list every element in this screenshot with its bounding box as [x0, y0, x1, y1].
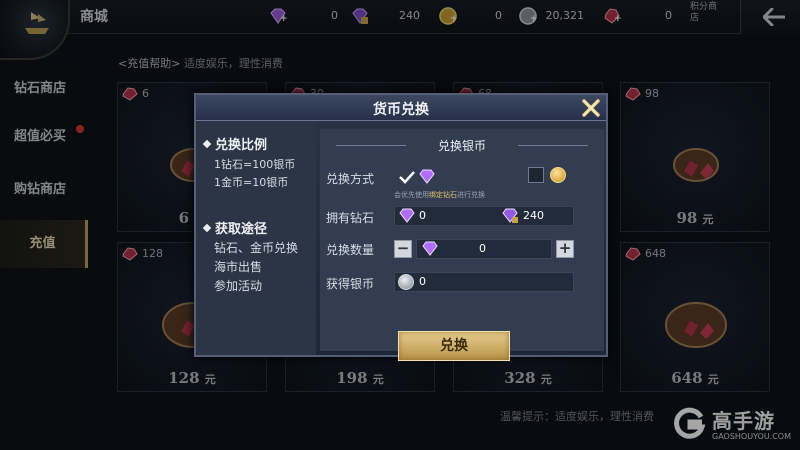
- method-label: 兑换方式: [326, 172, 375, 186]
- purple-gem-bound-icon: [502, 208, 518, 223]
- source-line: 钻石、金币兑换: [214, 241, 299, 255]
- diamond-method-checkbox[interactable]: [398, 169, 415, 185]
- source-line: 海市出售: [214, 260, 263, 274]
- exchange-subtitle: 兑换银币: [320, 137, 604, 154]
- priority-hint: 会优先使用绑定钻石进行兑换: [394, 191, 485, 199]
- quantity-label: 兑换数量: [326, 243, 375, 257]
- exchange-form-panel: 兑换银币 兑换方式 会优先使用绑定钻石进行兑换 拥有钻石 0 240 兑换数量 …: [320, 129, 604, 361]
- source-heading: 获取途径: [202, 218, 267, 237]
- increase-quantity-button[interactable]: +: [556, 240, 574, 258]
- owned-bound-diamond-value: 240: [523, 209, 544, 222]
- dialog-header: 货币兑换: [196, 95, 606, 121]
- currency-exchange-dialog: 货币兑换 兑换比例 1钻石=100银币 1金币=10银币 获取途径 钻石、金币兑…: [194, 93, 608, 361]
- ratio-heading: 兑换比例: [202, 134, 267, 153]
- diamond-bullet-icon: [202, 223, 212, 232]
- close-icon[interactable]: [580, 97, 602, 119]
- owned-diamond-label: 拥有钻石: [326, 211, 375, 225]
- decrease-quantity-button[interactable]: −: [394, 240, 412, 258]
- gain-silver-value: 0: [419, 275, 426, 288]
- exchange-button[interactable]: 兑换: [398, 331, 510, 361]
- quantity-field[interactable]: 0: [416, 239, 552, 259]
- owned-diamond-field: 0 240: [394, 206, 574, 226]
- purple-gem-icon: [419, 169, 435, 184]
- owned-diamond-value: 0: [419, 209, 426, 222]
- source-line: 参加活动: [214, 279, 263, 293]
- purple-gem-icon: [399, 208, 415, 223]
- exchange-info-panel: 兑换比例 1钻石=100银币 1金币=10银币 获取途径 钻石、金币兑换 海市出…: [196, 121, 316, 355]
- diamond-bullet-icon: [202, 139, 212, 148]
- checkmark-icon: [399, 171, 415, 184]
- dialog-title: 货币兑换: [373, 102, 429, 118]
- silver-coin-icon: [398, 274, 414, 290]
- gold-method-checkbox[interactable]: [528, 167, 544, 183]
- quantity-value: 0: [479, 242, 486, 255]
- ratio-line: 1金币=10银币: [214, 176, 289, 189]
- ratio-line: 1钻石=100银币: [214, 158, 296, 171]
- gain-silver-label: 获得银币: [326, 277, 375, 291]
- purple-gem-icon: [422, 241, 438, 256]
- gain-silver-field: 0: [394, 272, 574, 292]
- gold-coin-icon: [550, 167, 566, 183]
